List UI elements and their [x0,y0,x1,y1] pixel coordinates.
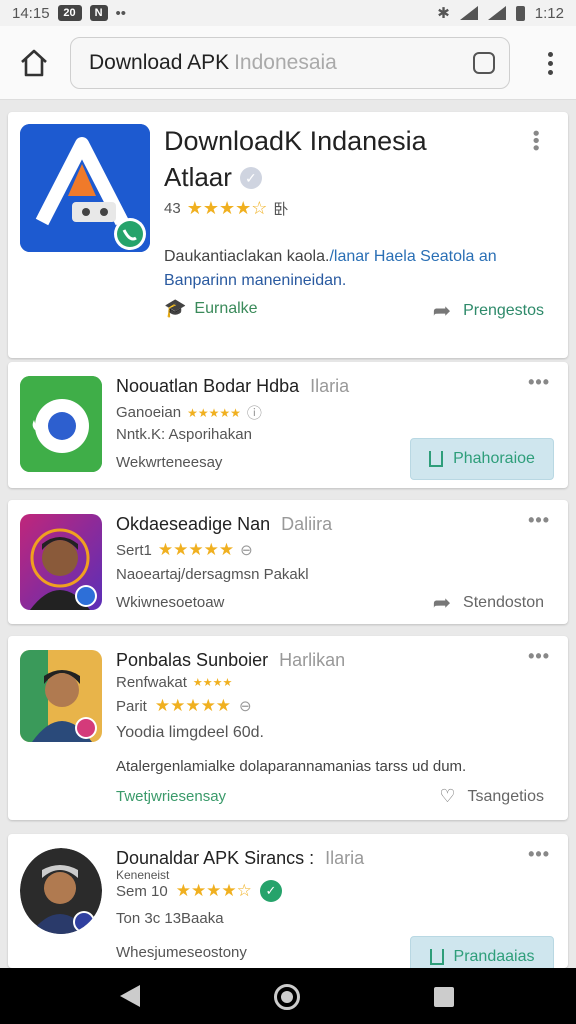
lock-icon-2: ⊖ [240,542,253,559]
app-small-stars-3: ★★★★ [192,677,233,689]
app-card-3[interactable]: Ponbalas Sunboier Harlikan Renfwakat ★★★… [8,636,568,820]
app-icon-1 [20,376,102,472]
install-icon-1 [429,451,444,467]
app-description-3: Atalergenlamialke dolaparannamanias tars… [116,758,467,775]
back-icon[interactable] [120,985,140,1007]
app-action-label-4: Prandaaias [453,948,535,965]
featured-description-line1: Daukantiaclakan kaola. [164,248,330,265]
app-stars-3: ★★★★★ [154,696,232,715]
tabs-icon[interactable] [473,52,495,74]
wifi-icon [459,6,478,20]
app-meta-2: Naoeartaj/dersagmsn Pakakl [116,566,309,583]
home-icon[interactable] [18,48,50,78]
app-title-2: Okdaeseadige Nan [116,514,271,534]
featured-rating-stars: ★★★★☆ [186,198,268,218]
app-action-button-3[interactable]: ♡ Tsangetios [439,786,544,807]
app-card-1[interactable]: Noouatlan Bodar Hdba Ilaria Ganoeian ★★★… [8,362,568,488]
status-time-left: 14:15 [12,4,50,22]
featured-share-button[interactable]: ➦ Prengestos [433,298,544,324]
verified-icon-4: ✓ [259,880,282,902]
app-action-button-2[interactable]: ➦ Stendoston [433,590,544,616]
featured-description-link[interactable]: /lanar Haela Seatola an [329,248,496,265]
app-title-1: Noouatlan Bodar Hdba [116,376,300,396]
app-card-4[interactable]: Dounaldar APK Sirancs : Ilaria Keneneist… [8,834,568,978]
info-icon-1: ⓘ [246,405,262,422]
shield-icon-3: ♡ [439,786,456,806]
app-card-2[interactable]: Okdaeseadige Nan Daliira Sert1 ★★★★★ ⊖ N… [8,500,568,624]
app-stars-4: ★★★★☆ [175,881,252,900]
status-time-right: 1:12 [534,4,564,22]
app-tagline-1: Wekwrteneesay [116,454,223,471]
featured-rating-number: 43 [164,200,181,217]
featured-app-card[interactable]: DownloadK Indanesia Atlaar ✓ 43 ★★★★☆ 卧 … [8,112,568,358]
app-tagline-3: Twetjwriesensay [116,788,227,805]
battery-icon [515,5,525,21]
app-icon-2 [20,514,102,610]
app-title-4: Dounaldar APK Sirancs : [116,848,315,868]
app-action-label-1: Phahoraioe [453,450,535,467]
app-developer-1: Ganoeian [116,404,182,421]
recent-apps-icon[interactable] [434,987,454,1007]
browser-toolbar: Download APK Indonesaia [0,26,576,100]
app-tagline-2: Wkiwnesoetoaw [116,594,225,611]
graduation-cap-icon: 🎓 [164,298,187,318]
featured-tag: Eurnalke [194,299,258,317]
address-bar[interactable]: Download APK Indonesaia [70,37,510,89]
featured-share-label: Prengestos [463,302,544,319]
bluetooth-icon: ✱ [437,5,450,22]
url-text-faint: Indonesaia [234,51,337,74]
featured-rating-extra: 卧 [273,201,289,218]
overflow-menu-icon[interactable] [548,52,554,78]
app-title-faint-1: Ilaria [310,376,350,396]
signal-icon [487,6,506,20]
app-meta-4: Ton 3c 13Baaka [116,910,224,927]
app-action-label-3: Tsangetios [467,787,545,805]
app-icon-3 [20,650,102,742]
verified-icon: ✓ [239,166,262,189]
app-more-icon-3[interactable]: ••• [528,646,550,667]
app-more-icon-2[interactable]: ••• [528,510,550,531]
app-tagline-4: Whesjumeseostony [116,944,247,961]
app-action-button-1[interactable]: Phahoraioe [410,438,554,480]
app-developer-3: Renfwakat [116,674,187,691]
app-action-label-2: Stendoston [463,594,544,611]
app-meta-3: Yoodia limgdeel 60d. [116,724,264,741]
lock-icon-3: ⊖ [239,698,252,715]
app-stars-1: ★★★★★ [187,405,241,420]
app-more-icon-1[interactable]: ••• [528,372,550,393]
url-text: Download APK [89,51,230,74]
status-app-icon: N [89,5,108,21]
app-meta-1: Nntk.K: Asporihakan [116,426,252,443]
app-developer-2: Sert1 [116,541,152,559]
status-bar: 14:15 20 N •• ✱ 1:12 [0,0,576,26]
featured-description-line2: Banparinn manenineidan. [164,272,347,289]
app-rating-label-3: Parit [116,697,147,715]
home-button-icon[interactable] [274,984,300,1010]
featured-app-subtitle: Atlaar [164,162,232,192]
install-icon-4 [429,949,444,965]
app-title-faint-2: Daliira [281,514,333,534]
status-more-icon: •• [115,4,127,22]
app-icon-4 [20,848,102,934]
status-notification-icon: 20 [57,5,82,21]
featured-more-icon[interactable]: ••• [525,130,546,152]
share-arrow-icon-2: ➦ [432,590,452,615]
app-stars-2: ★★★★★ [157,540,235,559]
featured-app-title: DownloadK Indanesia [164,126,427,156]
app-title-3: Ponbalas Sunboier [116,650,269,670]
share-arrow-icon: ➦ [432,298,452,323]
system-nav-bar [0,968,576,1024]
app-more-icon-4[interactable]: ••• [528,844,550,865]
app-rating-label-4: Sem 10 [116,882,168,900]
app-title-faint-3: Harlikan [279,650,346,670]
app-title-faint-4: Ilaria [325,848,365,868]
featured-app-icon [20,124,150,252]
